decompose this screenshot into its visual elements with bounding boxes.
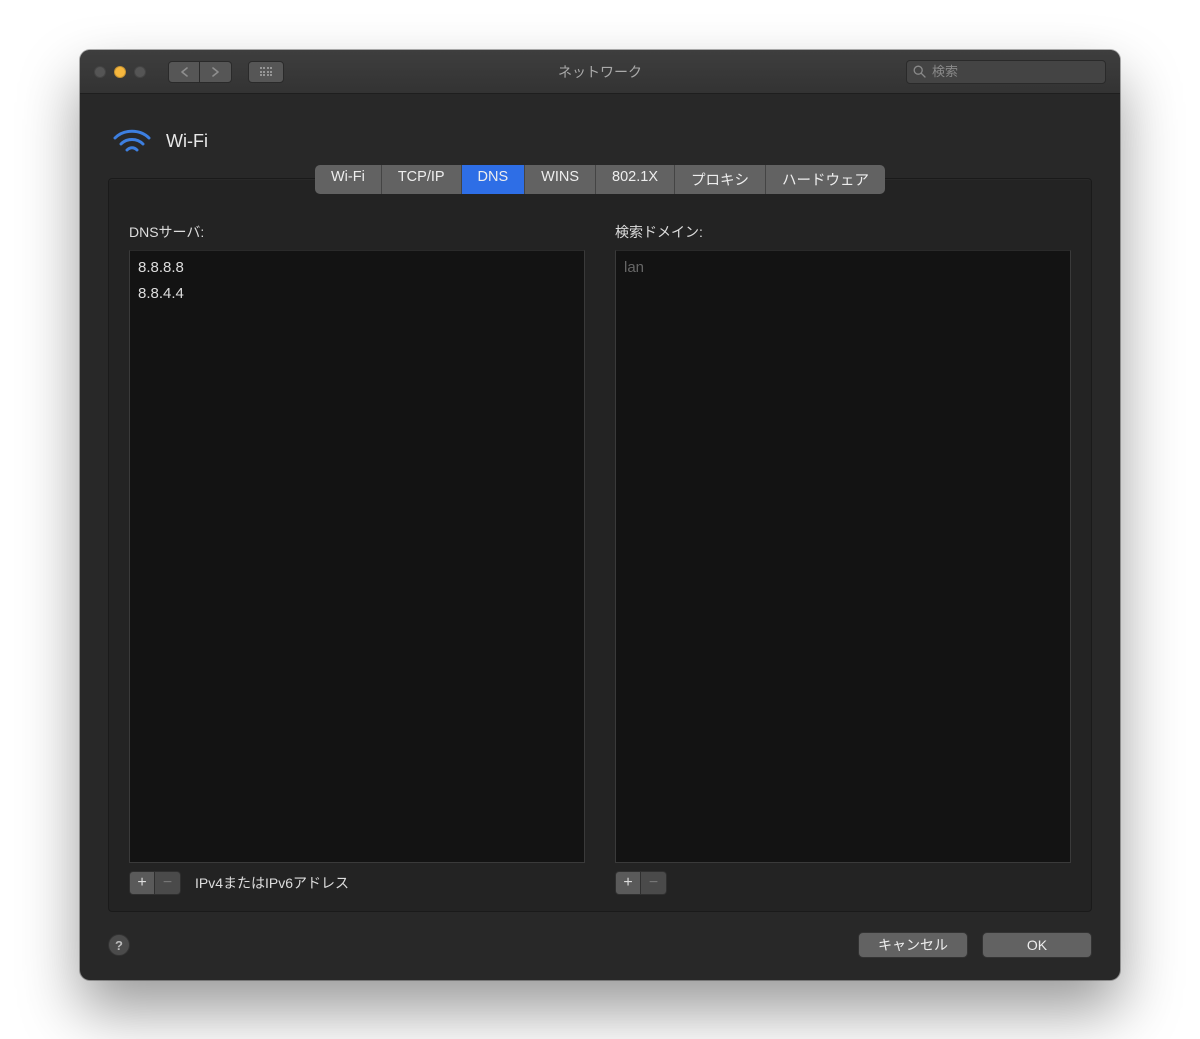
dns-server-row[interactable]: 8.8.4.4: [138, 281, 576, 307]
tab-wins[interactable]: WINS: [525, 165, 596, 194]
dns-columns: DNSサーバ: 8.8.8.8 8.8.4.4 + − IPv4またはIPv6ア…: [129, 222, 1071, 895]
back-button[interactable]: [168, 61, 200, 83]
footer: ? キャンセル OK: [108, 932, 1092, 958]
remove-dns-server-button[interactable]: −: [155, 871, 181, 895]
remove-search-domain-button[interactable]: −: [641, 871, 667, 895]
search-domains-footer: + −: [615, 871, 1071, 895]
tab-wifi[interactable]: Wi-Fi: [315, 165, 382, 194]
tab-hardware[interactable]: ハードウェア: [766, 165, 885, 194]
search-input[interactable]: [932, 64, 1108, 79]
network-preferences-window: ネットワーク Wi-Fi Wi-Fi TCP/IP DNS: [80, 50, 1120, 980]
close-window-icon[interactable]: [94, 66, 106, 78]
dns-address-hint: IPv4またはIPv6アドレス: [195, 873, 349, 893]
tab-bar: Wi-Fi TCP/IP DNS WINS 802.1X プロキシ ハードウェア: [129, 165, 1071, 194]
settings-panel: Wi-Fi TCP/IP DNS WINS 802.1X プロキシ ハードウェア…: [108, 178, 1092, 912]
tab-proxies[interactable]: プロキシ: [675, 165, 766, 194]
help-button[interactable]: ?: [108, 934, 130, 956]
tab-8021x[interactable]: 802.1X: [596, 165, 675, 194]
zoom-window-icon[interactable]: [134, 66, 146, 78]
grid-icon: [260, 67, 273, 76]
interface-header: Wi-Fi: [112, 126, 1092, 156]
titlebar: ネットワーク: [80, 50, 1120, 94]
dns-server-row[interactable]: 8.8.8.8: [138, 255, 576, 281]
show-all-preferences-button[interactable]: [248, 61, 284, 83]
wifi-icon: [112, 126, 152, 156]
dns-servers-label: DNSサーバ:: [129, 222, 585, 242]
ok-button[interactable]: OK: [982, 932, 1092, 958]
search-field[interactable]: [906, 60, 1106, 84]
forward-button[interactable]: [200, 61, 232, 83]
search-icon: [913, 65, 926, 78]
window-controls: [94, 66, 146, 78]
nav-buttons: [168, 61, 232, 83]
dns-servers-footer: + − IPv4またはIPv6アドレス: [129, 871, 585, 895]
search-domains-label: 検索ドメイン:: [615, 222, 1071, 242]
body: Wi-Fi Wi-Fi TCP/IP DNS WINS 802.1X プロキシ …: [80, 94, 1120, 980]
add-dns-server-button[interactable]: +: [129, 871, 155, 895]
tab-dns[interactable]: DNS: [462, 165, 526, 194]
search-domains-column: 検索ドメイン: lan + −: [615, 222, 1071, 895]
window-title: ネットワーク: [558, 62, 642, 82]
dns-servers-column: DNSサーバ: 8.8.8.8 8.8.4.4 + − IPv4またはIPv6ア…: [129, 222, 585, 895]
add-search-domain-button[interactable]: +: [615, 871, 641, 895]
search-domain-row[interactable]: lan: [624, 255, 1062, 281]
dns-servers-list[interactable]: 8.8.8.8 8.8.4.4: [129, 250, 585, 863]
interface-name: Wi-Fi: [166, 131, 208, 152]
minimize-window-icon[interactable]: [114, 66, 126, 78]
tab-tcpip[interactable]: TCP/IP: [382, 165, 462, 194]
search-domains-list[interactable]: lan: [615, 250, 1071, 863]
cancel-button[interactable]: キャンセル: [858, 932, 968, 958]
